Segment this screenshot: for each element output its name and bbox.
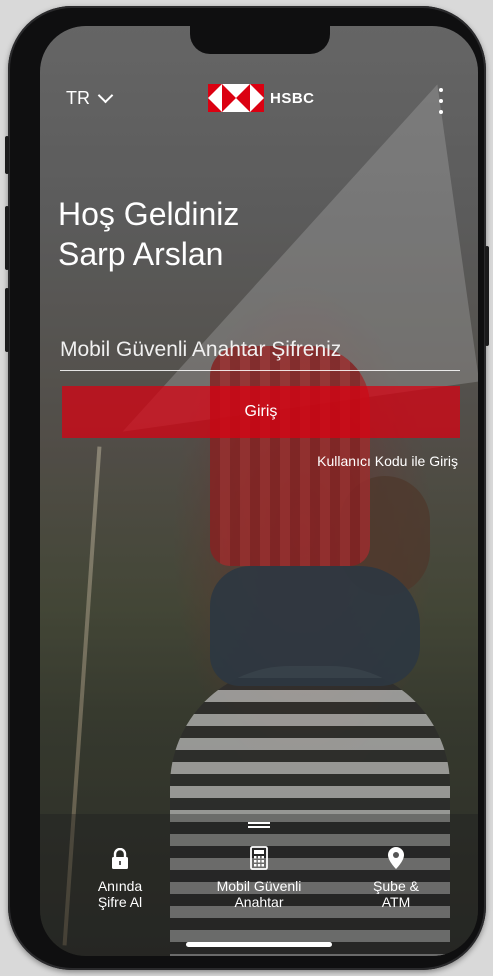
chevron-down-icon: [97, 87, 114, 104]
mute-switch: [5, 136, 9, 174]
language-label: TR: [66, 88, 90, 108]
home-indicator[interactable]: [186, 942, 332, 947]
welcome-user-name: Sarp Arslan: [58, 236, 224, 272]
nav-item-instant-password[interactable]: Anında Şifre Al: [60, 842, 180, 910]
power-button: [485, 246, 489, 346]
user-code-login-link[interactable]: Kullanıcı Kodu ile Giriş: [317, 453, 458, 469]
drawer-handle-icon[interactable]: [248, 822, 270, 828]
password-field: [60, 338, 460, 371]
password-input[interactable]: [60, 338, 460, 366]
volume-up-button: [5, 206, 9, 270]
app-screen: TR HSBC Hoş Geldiniz Sarp Arslan Giriş K…: [40, 26, 478, 956]
nav-label-line1: Şube &: [373, 878, 419, 894]
hsbc-logo: HSBC: [208, 84, 315, 112]
nav-label-line1: Mobil Güvenli: [216, 878, 302, 894]
location-pin-icon: [336, 842, 456, 870]
notch: [190, 26, 330, 54]
welcome-message: Hoş Geldiniz Sarp Arslan: [58, 194, 239, 274]
nav-label-line2: Anahtar: [234, 894, 284, 910]
language-selector[interactable]: TR: [66, 87, 114, 109]
nav-item-branch-atm[interactable]: Şube & ATM: [336, 842, 456, 910]
lock-icon: [60, 842, 180, 870]
more-menu-icon[interactable]: [436, 88, 446, 114]
login-button[interactable]: Giriş: [62, 386, 460, 438]
bottom-nav: Anında Şifre Al Mobil Güvenli Anahtar Şu…: [40, 814, 478, 956]
brand-name: HSBC: [270, 89, 315, 107]
calculator-icon: [199, 842, 319, 870]
nav-item-mobile-secure-key[interactable]: Mobil Güvenli Anahtar: [199, 842, 319, 910]
nav-label-line1: Anında: [97, 878, 143, 894]
welcome-greeting: Hoş Geldiniz: [58, 196, 240, 232]
volume-down-button: [5, 288, 9, 352]
hsbc-hexagon-icon: [208, 84, 264, 112]
nav-label-line2: Şifre Al: [97, 894, 143, 910]
nav-label-line2: ATM: [381, 894, 411, 910]
phone-frame: TR HSBC Hoş Geldiniz Sarp Arslan Giriş K…: [5, 6, 489, 970]
